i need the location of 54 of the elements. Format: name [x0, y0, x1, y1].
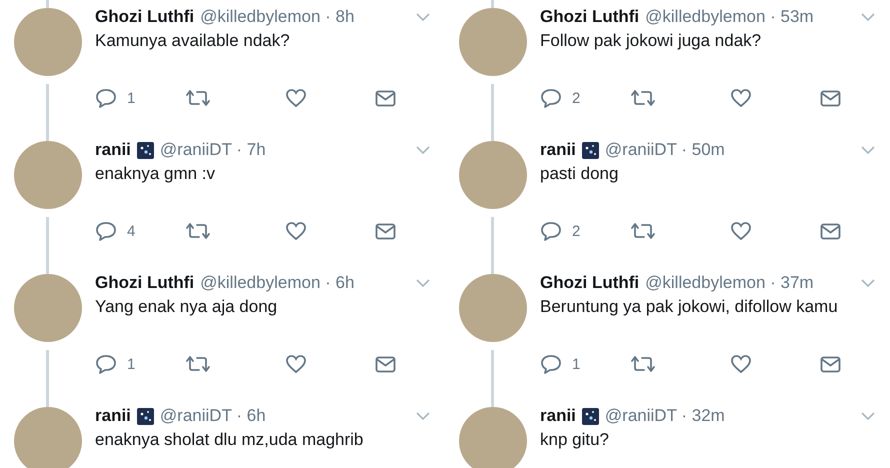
username-and-time: @killedbylemon · 8h [200, 6, 356, 28]
reply-icon[interactable] [540, 88, 562, 108]
heart-icon[interactable] [285, 221, 307, 241]
reply-count: 2 [572, 90, 580, 106]
tweet-text: Beruntung ya pak jokowi, difollow kamu [540, 296, 839, 318]
username-and-time: @raniiDT · 6h [160, 405, 267, 427]
mail-icon[interactable] [375, 222, 396, 240]
display-name[interactable]: ranii [95, 405, 131, 427]
display-name[interactable]: Ghozi Luthfi [540, 272, 640, 294]
display-name[interactable]: Ghozi Luthfi [95, 6, 194, 28]
retweet-icon[interactable] [630, 355, 656, 373]
reply-icon[interactable] [540, 354, 562, 374]
mail-icon[interactable] [375, 90, 396, 106]
retweet-icon[interactable] [185, 222, 211, 240]
mail-icon[interactable] [820, 222, 841, 240]
reply-icon[interactable] [540, 221, 562, 241]
tweet-text: enaknya sholat dlu mz,uda maghrib [95, 429, 364, 451]
heart-icon[interactable] [730, 221, 752, 241]
heart-icon[interactable] [285, 88, 307, 108]
tweet-text: enaknya gmn :v [95, 163, 216, 185]
mail-icon[interactable] [820, 90, 841, 106]
tweet-text: knp gitu? [540, 429, 610, 451]
username-and-time: @killedbylemon · 37m [645, 272, 815, 294]
retweet-icon[interactable] [630, 222, 656, 240]
tweet-text: Yang enak nya aja dong [95, 296, 278, 318]
reply-icon[interactable] [95, 221, 117, 241]
display-name[interactable]: Ghozi Luthfi [95, 272, 194, 294]
tweet-text: Follow pak jokowi juga ndak? [540, 30, 762, 52]
display-name[interactable]: ranii [540, 405, 576, 427]
reply-count: 2 [572, 222, 580, 240]
display-name[interactable]: Ghozi Luthfi [540, 6, 640, 28]
heart-icon[interactable] [730, 354, 752, 374]
username-and-time: @raniiDT · 7h [160, 139, 267, 161]
display-name[interactable]: ranii [540, 139, 576, 161]
display-name[interactable]: ranii [95, 139, 131, 161]
heart-icon[interactable] [730, 88, 752, 108]
mail-icon[interactable] [375, 356, 396, 372]
reply-count: 1 [127, 356, 136, 372]
retweet-icon[interactable] [185, 89, 211, 107]
tweet-text: pasti dong [540, 163, 620, 185]
reply-count: 1 [127, 90, 136, 106]
username-and-time: @raniiDT · 32m [604, 405, 726, 427]
reply-count: 1 [572, 356, 580, 372]
retweet-icon[interactable] [185, 355, 211, 373]
mail-icon[interactable] [820, 356, 841, 372]
heart-icon[interactable] [285, 354, 307, 374]
retweet-icon[interactable] [630, 89, 656, 107]
username-and-time: @killedbylemon · 6h [200, 272, 356, 294]
username-and-time: @raniiDT · 50m [604, 139, 726, 161]
reply-icon[interactable] [95, 88, 117, 108]
reply-count: 4 [127, 222, 136, 240]
reply-icon[interactable] [95, 354, 117, 374]
tweet-text: Kamunya available ndak? [95, 30, 291, 52]
username-and-time: @killedbylemon · 53m [645, 6, 815, 28]
